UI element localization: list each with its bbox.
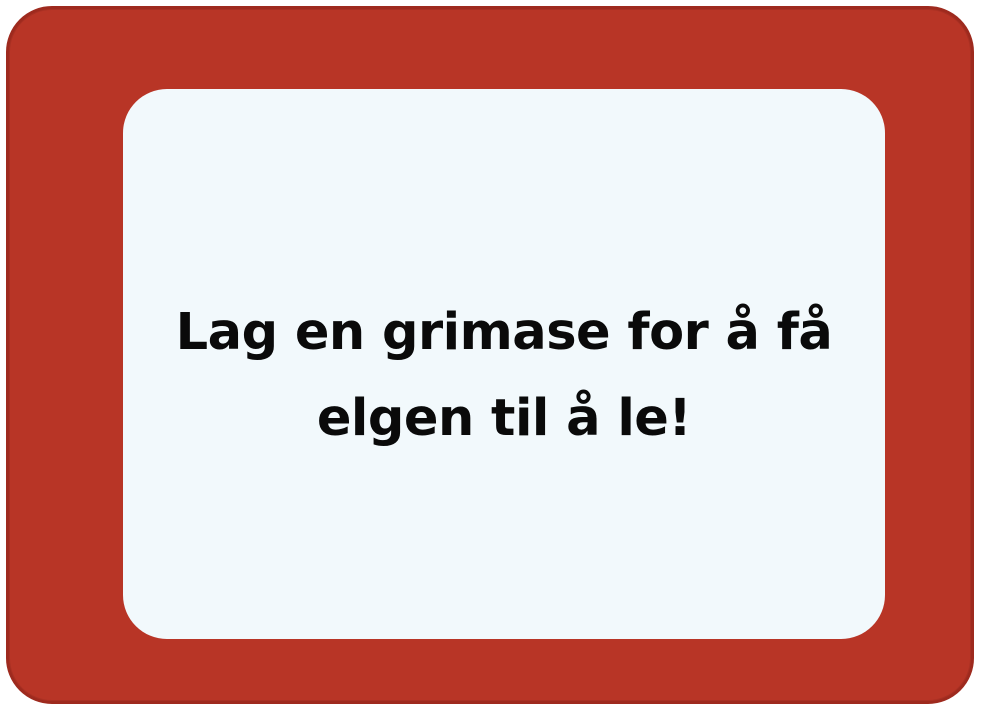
- card-frame: Lag en grimase for å få elgen til å le!: [6, 6, 974, 704]
- card-panel: Lag en grimase for å få elgen til å le!: [123, 89, 885, 639]
- card-instruction-text: Lag en grimase for å få elgen til å le!: [175, 303, 833, 448]
